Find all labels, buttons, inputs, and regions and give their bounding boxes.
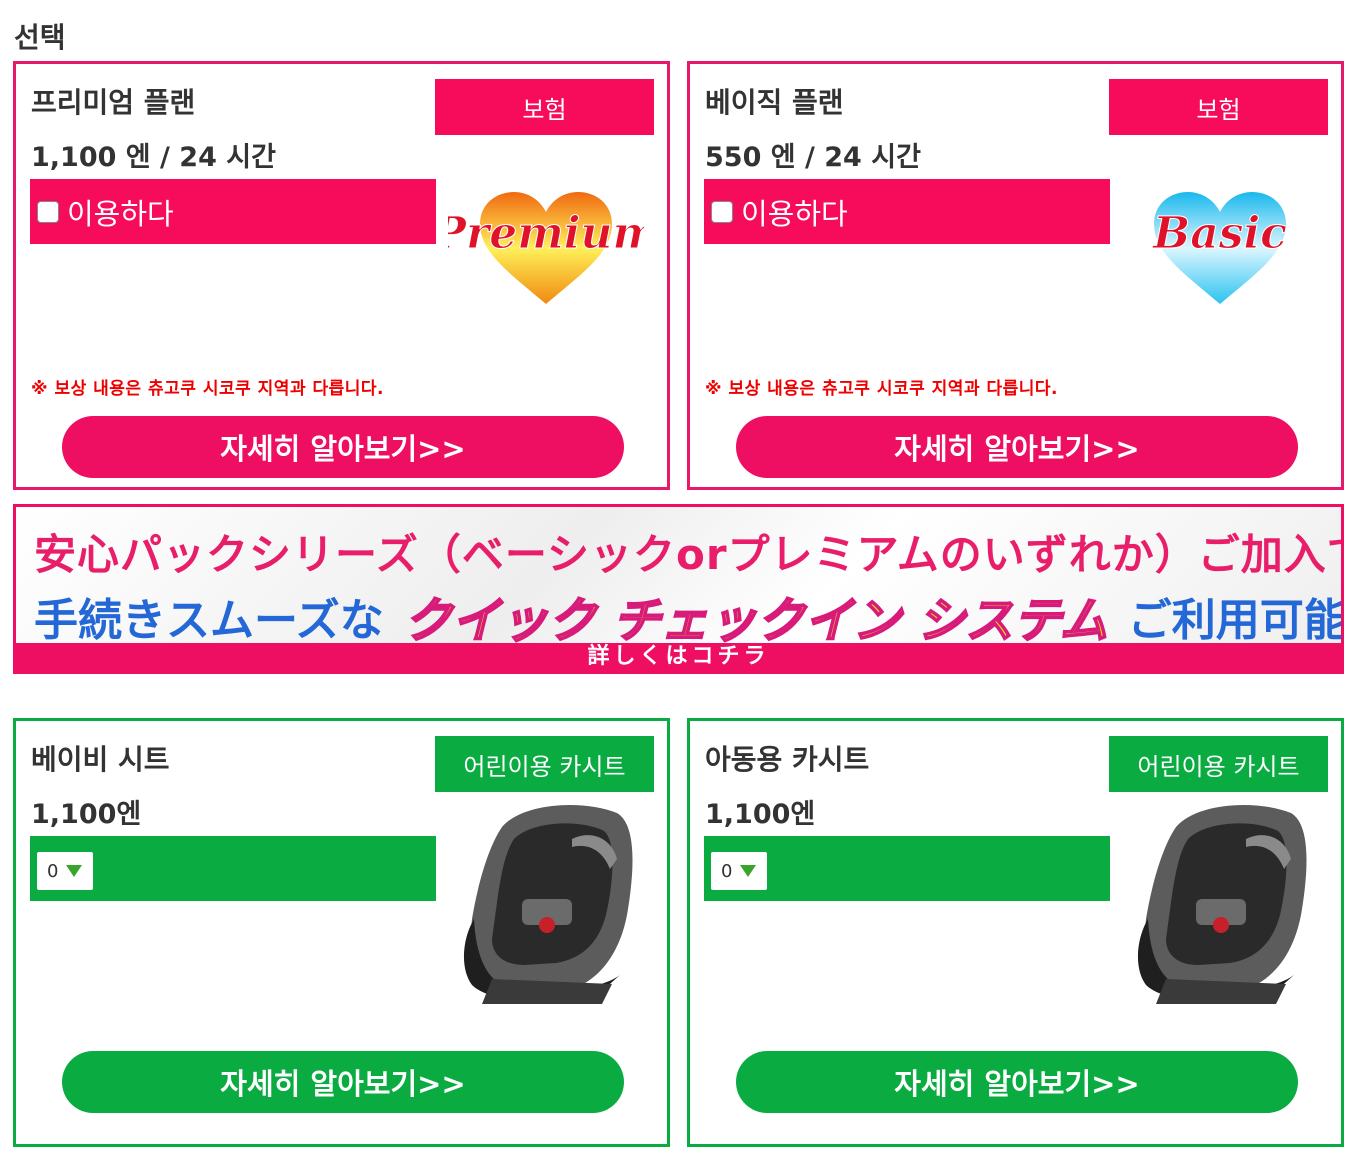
dropdown-arrow-icon (66, 865, 83, 877)
banner-line-1: 安心パックシリーズ（ベーシックorプレミアムのいずれか）ご加入で (34, 530, 1344, 579)
car-seat-image (1137, 804, 1307, 1004)
use-checkbox[interactable] (37, 201, 59, 223)
banner-details-link[interactable]: 詳しくはコチラ (16, 643, 1341, 671)
child-seat-tag: 어린이용 카시트 (435, 736, 654, 792)
quantity-bar: 0 (704, 836, 1110, 901)
use-checkbox[interactable] (711, 201, 733, 223)
details-button[interactable]: 자세히 알아보기>> (62, 1051, 624, 1113)
seat-name: 베이비 시트 (31, 743, 170, 776)
banner-line-2: 手続きスムーズな クイック チェックイン システム ご利用可能!! (34, 581, 1344, 651)
use-option-bar: 이용하다 (704, 179, 1110, 244)
basic-plan-card: 베이직 플랜 550 엔 / 24 시간 보험 이용하다 Basic ※ 보상 … (687, 61, 1344, 490)
section-title: 선택 (14, 21, 66, 54)
quantity-select[interactable]: 0 (711, 852, 767, 890)
use-checkbox-label: 이용하다 (741, 197, 848, 231)
quick-checkin-banner[interactable]: 安心パックシリーズ（ベーシックorプレミアムのいずれか）ご加入で 手続きスムーズ… (13, 504, 1344, 674)
basic-heart-badge: Basic (1151, 192, 1288, 304)
quantity-bar: 0 (30, 836, 436, 901)
seat-price: 1,100엔 (31, 799, 142, 830)
coverage-note: ※ 보상 내용은 츄고쿠 시코쿠 지역과 다릅니다. (31, 379, 385, 399)
details-button[interactable]: 자세히 알아보기>> (736, 416, 1298, 478)
child-seat-tag: 어린이용 카시트 (1109, 736, 1328, 792)
plan-name: 프리미엄 플랜 (31, 86, 196, 119)
use-option-bar: 이용하다 (30, 179, 436, 244)
child-seat-card: 아동용 카시트 1,100엔 어린이용 카시트 0 자세히 알아보기>> (687, 718, 1344, 1147)
quantity-value: 0 (47, 860, 59, 882)
details-button[interactable]: 자세히 알아보기>> (62, 416, 624, 478)
premium-heart-badge: Premium (448, 192, 644, 304)
baby-seat-card: 베이비 시트 1,100엔 어린이용 카시트 0 자세히 알아보기>> (13, 718, 670, 1147)
premium-badge-text: Premium (448, 208, 644, 259)
plan-price: 1,100 엔 / 24 시간 (31, 142, 276, 173)
insurance-tag: 보험 (435, 79, 654, 135)
quantity-select[interactable]: 0 (37, 852, 93, 890)
seat-price: 1,100엔 (705, 799, 816, 830)
details-button[interactable]: 자세히 알아보기>> (736, 1051, 1298, 1113)
quantity-value: 0 (721, 860, 733, 882)
premium-plan-card: 프리미엄 플랜 1,100 엔 / 24 시간 보험 이용하다 Premium … (13, 61, 670, 490)
banner-line-2c: ご利用可能!! (1127, 595, 1344, 646)
use-checkbox-label: 이용하다 (67, 197, 174, 231)
use-checkbox-row[interactable]: 이용하다 (711, 191, 848, 233)
seat-name: 아동용 카시트 (705, 743, 870, 776)
banner-line-2b: クイック チェックイン システム (403, 592, 1109, 650)
plan-name: 베이직 플랜 (705, 86, 844, 119)
plan-price: 550 엔 / 24 시간 (705, 142, 921, 173)
insurance-tag: 보험 (1109, 79, 1328, 135)
banner-line-2a: 手続きスムーズな (34, 595, 384, 646)
coverage-note: ※ 보상 내용은 츄고쿠 시코쿠 지역과 다릅니다. (705, 379, 1059, 399)
use-checkbox-row[interactable]: 이용하다 (37, 191, 174, 233)
dropdown-arrow-icon (740, 865, 757, 877)
car-seat-image (463, 804, 633, 1004)
basic-badge-text: Basic (1151, 208, 1287, 259)
